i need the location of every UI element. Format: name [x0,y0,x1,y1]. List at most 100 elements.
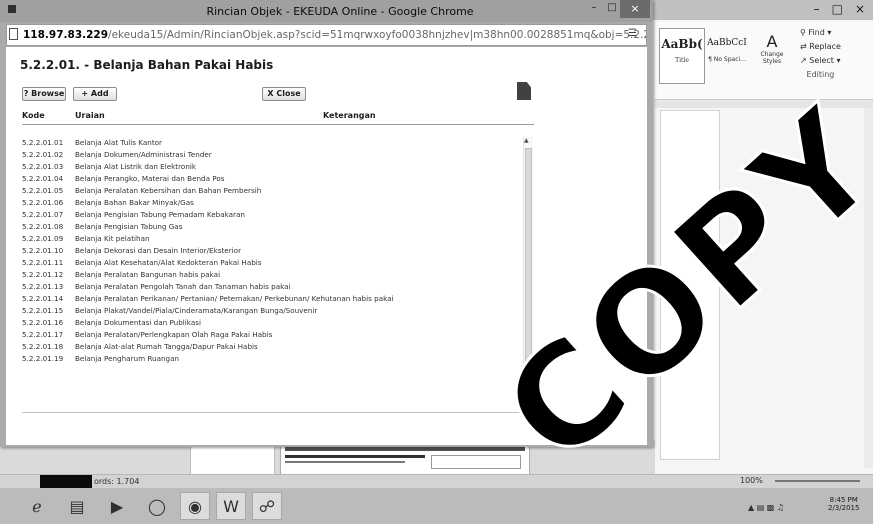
style-title-button[interactable]: AaBb( Title [659,28,705,84]
binoculars-icon: ⚲ [800,28,806,37]
replace-button[interactable]: ⇄ Replace [800,40,841,54]
word-window-controls: – □ × [814,2,865,16]
item-kode: 5.2.2.01.08 [22,221,64,231]
change-styles-icon: A [766,32,778,51]
item-uraian: Belanja Peralatan Bangunan habis pakai [75,269,221,279]
list-item[interactable]: 5.2.2.01.06 Belanja Bahan Bakar Minyak/Ga… [22,196,534,208]
minimize-icon[interactable]: – [814,2,820,16]
word-vertical-scrollbar[interactable] [864,108,873,468]
item-uraian: Belanja Dekorasi dan Desain Interior/Eks… [75,245,242,255]
item-kode: 5.2.2.01.19 [22,353,64,363]
list-item[interactable]: 5.2.2.01.14 Belanja Peralatan Perikanan/ … [22,292,534,304]
zoom-level[interactable]: 100% [740,476,763,485]
item-uraian: Belanja Peralatan/Perlengkapan Olah Raga… [75,329,273,339]
minimize-button[interactable]: – [586,2,602,18]
list-item[interactable]: 5.2.2.01.17 Belanja Peralatan/Perlengkapa… [22,328,534,340]
list-item[interactable]: 5.2.2.01.08 Belanja Pengisian Tabung Gas [22,220,534,232]
other-taskbar-icon[interactable]: ☍ [252,492,282,520]
item-uraian: Belanja Peralatan Kebersihan dan Bahan P… [75,185,262,195]
clock[interactable]: 8:45 PM 2/3/2015 [828,496,859,512]
list-item[interactable]: 5.2.2.01.16 Belanja Dokumentasi dan Publi… [22,316,534,328]
find-label: Find [808,28,825,37]
word-count[interactable]: ords: 1.704 [94,477,139,486]
zoom-slider[interactable] [775,480,860,482]
item-uraian: Belanja Pengisian Tabung Gas [75,221,183,231]
tray-icons[interactable]: ▲ ▤ ▩ ♫ [748,503,784,512]
close-button[interactable]: × [620,0,650,18]
close-page-button[interactable]: X Close [262,87,306,101]
word-statusbar: ords: 1.704 100% [0,474,873,488]
list-scrollbar-thumb[interactable] [525,148,532,402]
address-bar[interactable]: 118.97.83.229/ekeuda15/Admin/RincianObje… [6,24,647,46]
scroll-down-icon[interactable]: ▼ [524,402,529,409]
word-ruler [655,100,873,108]
item-kode: 5.2.2.01.09 [22,233,64,243]
find-button[interactable]: ⚲ Find ▾ [800,26,841,40]
list-item[interactable]: 5.2.2.01.05 Belanja Peralatan Kebersihan … [22,184,534,196]
editing-group-label: Editing [806,70,835,79]
media-player-icon[interactable]: ▶ [102,492,132,520]
change-styles-label: Change Styles [760,51,784,65]
item-kode: 5.2.2.01.04 [22,173,64,183]
list-item[interactable]: 5.2.2.01.18 Belanja Alat-alat Rumah Tangg… [22,340,534,352]
list-bottom-border [22,412,534,413]
list-item[interactable]: 5.2.2.01.15 Belanja Plakat/Vandel/Piala/C… [22,304,534,316]
maximize-button[interactable]: □ [604,2,620,18]
item-uraian: Belanja Perangko, Materai dan Benda Pos [75,173,225,183]
browse-button[interactable]: ? Browse [22,87,66,101]
word-document-page[interactable] [660,110,720,460]
item-kode: 5.2.2.01.16 [22,317,64,327]
word-taskbar-icon[interactable]: W [216,492,246,520]
list-item[interactable]: 5.2.2.01.09 Belanja Kit pelatihan [22,232,534,244]
address-host: 118.97.83.229 [23,29,109,41]
item-kode: 5.2.2.01.02 [22,149,64,159]
style-nospacing-sample: AaBbCcI [707,38,747,48]
style-nospacing-button[interactable]: AaBbCcI ¶ No Spaci... [705,28,749,84]
change-styles-button[interactable]: A Change Styles [759,32,785,65]
list-item[interactable]: 5.2.2.01.01 Belanja Alat Tulis Kantor [22,136,534,148]
select-label: Select [809,56,834,65]
list-item[interactable]: 5.2.2.01.13 Belanja Peralatan Pengolah Ta… [22,280,534,292]
list-item[interactable]: 5.2.2.01.12 Belanja Peralatan Bangunan ha… [22,268,534,280]
page-icon [9,28,18,40]
column-header-kode: Kode [22,111,45,120]
restore-icon[interactable]: □ [832,2,843,16]
list-item[interactable]: 5.2.2.01.04 Belanja Perangko, Materai dan… [22,172,534,184]
list-item[interactable]: 5.2.2.01.10 Belanja Dekorasi dan Desain I… [22,244,534,256]
item-kode: 5.2.2.01.14 [22,293,64,303]
translate-icon[interactable]: ☰ [628,28,637,39]
style-title-label: Title [675,57,689,64]
item-kode: 5.2.2.01.01 [22,137,64,147]
close-icon[interactable]: × [855,2,865,16]
desktop: – □ × AaBb( Title AaBbCcI ¶ No Spaci... … [0,0,873,524]
item-kode: 5.2.2.01.18 [22,341,64,351]
cursor-icon: ↗ [800,56,807,65]
item-uraian: Belanja Alat Kesehatan/Alat Kedokteran P… [75,257,262,267]
scroll-up-icon[interactable]: ▲ [524,137,529,144]
popup-title: Rincian Objek - EKEUDA Online - Google C… [206,5,474,18]
item-kode: 5.2.2.01.15 [22,305,64,315]
list-item[interactable]: 5.2.2.01.19 Belanja Pengharum Ruangan [22,352,534,364]
item-uraian: Belanja Plakat/Vandel/Piala/Cinderamata/… [75,305,318,315]
column-header-uraian: Uraian [75,111,105,120]
item-uraian: Belanja Alat-alat Rumah Tangga/Dapur Pak… [75,341,258,351]
address-path: /ekeuda15/Admin/RincianObjek.asp?scid=51… [108,29,647,41]
list-item[interactable]: 5.2.2.01.02 Belanja Dokumen/Administrasi … [22,148,534,160]
dropdown-icon: ▾ [827,28,832,37]
app-icon[interactable]: ◯ [142,492,172,520]
column-header-keterangan: Keterangan [323,111,376,120]
window-menu-icon[interactable] [8,5,16,13]
item-uraian: Belanja Bahan Bakar Minyak/Gas [75,197,194,207]
internet-explorer-icon[interactable]: ℯ [22,492,52,520]
select-button[interactable]: ↗ Select ▾ [800,54,841,68]
item-kode: 5.2.2.01.17 [22,329,64,339]
list-item[interactable]: 5.2.2.01.07 Belanja Pengisian Tabung Pema… [22,208,534,220]
item-uraian: Belanja Dokumen/Administrasi Tender [75,149,212,159]
style-nospacing-label: ¶ No Spaci... [708,56,746,63]
item-uraian: Belanja Pengharum Ruangan [75,353,180,363]
file-explorer-icon[interactable]: ▤ [62,492,92,520]
list-item[interactable]: 5.2.2.01.11 Belanja Alat Kesehatan/Alat K… [22,256,534,268]
add-button[interactable]: + Add [73,87,117,101]
list-item[interactable]: 5.2.2.01.03 Belanja Alat Listrik dan Elek… [22,160,534,172]
chrome-taskbar-icon[interactable]: ◉ [180,492,210,520]
